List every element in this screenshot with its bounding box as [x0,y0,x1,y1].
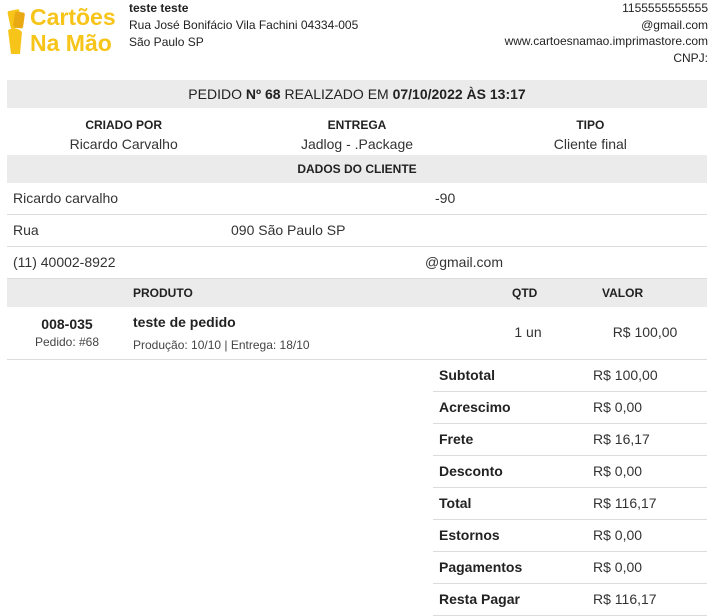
totals-value: R$ 16,17 [593,431,650,447]
table-row: 008-035 Pedido: #68 teste de pedido Prod… [7,307,707,360]
product-qty: 1 un [514,324,542,340]
company-address: Rua José Bonifácio Vila Fachini 04334-00… [129,18,359,49]
totals-label: Total [439,495,472,511]
totals-value: R$ 116,17 [593,495,657,511]
product-code: 008-035 [41,316,93,332]
totals-row-acrescimo: Acrescimo R$ 0,00 [433,392,707,424]
totals-value: R$ 0,00 [593,527,643,543]
info-value: Ricardo Carvalho [69,136,178,152]
contact-cnpj: CNPJ: [673,50,708,65]
info-label: TIPO [576,118,605,132]
info-label: ENTREGA [327,118,387,132]
order-datetime: 07/10/2022 ÀS 13:17 [392,86,526,102]
totals-row-subtotal: Subtotal R$ 100,00 [433,360,707,392]
client-street: Rua [13,222,39,238]
client-email: @gmail.com [425,254,504,270]
totals-value: R$ 0,00 [593,399,643,415]
totals-label: Estornos [439,527,500,543]
info-created-by: CRIADO POR Ricardo Carvalho [7,116,240,154]
document-header: Cartões Na Mão teste teste Rua José Boni… [0,0,726,80]
order-prefix: PEDIDO [188,86,242,102]
brand-line-2: Na Mão [30,30,112,56]
product-order-ref: Pedido: #68 [34,335,100,349]
order-number: Nº 68 [245,86,281,102]
client-section-title: DADOS DO CLIENTE [7,155,707,183]
contact-email: @gmail.com [641,17,708,32]
products-header: PRODUTO QTD VALOR [7,279,707,307]
totals-row-resta-pagar: Resta Pagar R$ 116,17 [433,584,707,616]
hand-cards-icon [7,9,25,54]
contact-phone: 1155555555555 [622,1,708,15]
product-dates: Produção: 10/10 | Entrega: 18/10 [133,338,310,352]
totals-row-frete: Frete R$ 16,17 [433,424,707,456]
product-name: teste de pedido [133,314,236,330]
totals-value: R$ 0,00 [593,463,643,479]
client-row-name: Ricardo carvalho -90 [7,183,707,215]
client-name: Ricardo carvalho [13,190,119,206]
products-header-qty: QTD [512,286,538,300]
totals-label: Desconto [439,463,503,479]
totals-table: Subtotal R$ 100,00 Acrescimo R$ 0,00 Fre… [433,360,707,616]
products-header-value: VALOR [602,286,644,300]
totals-label: Frete [439,431,474,447]
client-document: -90 [435,190,456,206]
order-middle: REALIZADO EM [284,86,389,102]
brand-logo: Cartões Na Mão [6,4,126,62]
client-row-address: Rua 090 São Paulo SP [7,215,707,247]
client-city: 090 São Paulo SP [231,222,346,238]
company-info: teste teste Rua José Bonifácio Vila Fach… [129,0,359,51]
info-value: Jadlog - .Package [300,136,414,152]
info-label: CRIADO POR [85,118,162,132]
totals-label: Acrescimo [439,399,511,415]
totals-row-desconto: Desconto R$ 0,00 [433,456,707,488]
info-value: Cliente final [553,136,627,152]
brand-name: Cartões Na Mão [30,4,116,56]
totals-label: Pagamentos [439,559,523,575]
client-phone: (11) 40002-8922 [13,254,116,270]
products-header-product: PRODUTO [133,286,193,300]
client-row-contact: (11) 40002-8922 @gmail.com [7,247,707,279]
contact-info: 1155555555555 @gmail.com www.cartoesnama… [505,0,708,66]
totals-value: R$ 100,00 [593,367,658,383]
totals-row-pagamentos: Pagamentos R$ 0,00 [433,552,707,584]
totals-label: Resta Pagar [439,591,520,607]
totals-row-estornos: Estornos R$ 0,00 [433,520,707,552]
order-info: CRIADO POR Ricardo Carvalho ENTREGA Jadl… [7,116,707,154]
totals-row-total: Total R$ 116,17 [433,488,707,520]
info-type: TIPO Cliente final [474,116,707,154]
totals-value: R$ 116,17 [593,591,657,607]
company-name: teste teste [129,1,189,15]
contact-website: www.cartoesnamao.imprimastore.com [504,34,708,48]
totals-value: R$ 0,00 [593,559,643,575]
info-delivery: ENTREGA Jadlog - .Package [240,116,473,154]
totals-label: Subtotal [439,367,495,383]
product-price: R$ 100,00 [612,324,678,340]
order-title-bar: PEDIDO Nº 68 REALIZADO EM 07/10/2022 ÀS … [7,80,707,108]
brand-line-1: Cartões [30,4,116,30]
